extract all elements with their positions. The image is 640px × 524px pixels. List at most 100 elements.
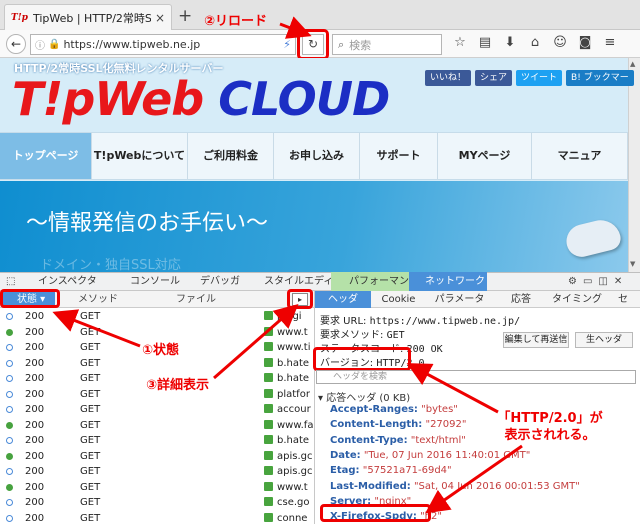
info-icon[interactable]: ⓘ — [35, 37, 45, 52]
scroll-up-icon[interactable]: ▲ — [630, 60, 635, 68]
split-icon[interactable]: ◫ — [598, 272, 607, 291]
social-button[interactable]: シェア — [475, 70, 513, 86]
row-status: 200 — [25, 404, 45, 415]
search-icon: ⌕ — [338, 37, 345, 51]
tab-title: TipWeb | HTTP/2常時SSL... — [32, 11, 151, 25]
column-method[interactable]: メソッド — [78, 291, 118, 308]
browser-tab[interactable]: T!p TipWeb | HTTP/2常時SSL... × — [4, 4, 172, 30]
status-dot-icon — [6, 499, 13, 506]
status-dot-icon — [6, 483, 13, 491]
tab-performance[interactable]: パフォーマンス — [331, 272, 419, 291]
table-row[interactable]: 200 GET accour — [0, 402, 314, 418]
header-filter-input[interactable]: ヘッダを検索 — [316, 370, 636, 384]
site-nav-item[interactable]: トップページ — [0, 133, 92, 179]
table-row[interactable]: 200 GET www.fa — [0, 418, 314, 434]
site-logo[interactable]: T!pWeb CLOUD — [12, 72, 390, 126]
response-header-row: Date: "Tue, 07 Jun 2016 11:40:01 GMT" — [330, 449, 531, 461]
tab-debugger[interactable]: デバッガ — [186, 272, 240, 291]
row-file: apis.gc — [277, 466, 313, 477]
site-favicon: T!p — [11, 12, 28, 23]
row-status: 200 — [25, 497, 45, 508]
row-method: GET — [80, 497, 101, 508]
detail-tab[interactable]: パラメータ — [426, 291, 493, 308]
close-tab-icon[interactable]: × — [155, 11, 165, 25]
edit-resend-button[interactable]: 編集して再送信 — [503, 332, 569, 348]
annotation-http2: 「HTTP/2.0」が 表示されれる。 — [484, 410, 616, 446]
lock-icon — [264, 481, 273, 491]
site-nav-item[interactable]: MYページ — [438, 133, 532, 179]
home-icon[interactable]: ⌂ — [525, 35, 545, 50]
back-button[interactable]: ← — [6, 34, 26, 54]
status-dot-icon — [6, 359, 13, 367]
search-input[interactable]: ⌕ 検索 — [332, 34, 442, 55]
status-dot-icon — [6, 406, 13, 413]
site-nav-item[interactable]: マニュア — [532, 133, 628, 179]
lock-icon — [264, 373, 273, 382]
dock-icon[interactable]: ▭ — [583, 272, 592, 291]
row-status: 200 — [25, 326, 45, 338]
row-method: GET — [80, 326, 101, 338]
social-button[interactable]: ツイート — [516, 70, 563, 86]
pocket-icon[interactable]: ◙ — [575, 35, 595, 50]
sync-icon[interactable]: ☺ — [550, 35, 570, 50]
status-dot-icon — [6, 344, 13, 351]
row-status: 200 — [25, 373, 45, 384]
social-button[interactable]: いいね！ — [425, 70, 472, 86]
reader-icon[interactable]: ▤ — [475, 35, 495, 50]
table-row[interactable]: 200 GET apis.gc — [0, 449, 314, 465]
lock-icon — [264, 512, 273, 522]
detail-tab[interactable]: タイミング — [549, 291, 605, 308]
status-dot-icon — [6, 468, 13, 475]
row-file: apis.gc — [277, 450, 313, 462]
row-status: 200 — [25, 311, 45, 322]
detail-tab[interactable]: 応答 — [494, 291, 548, 308]
row-file: b.hate — [277, 373, 310, 384]
lock-icon — [264, 497, 273, 506]
site-nav-item[interactable]: お申し込み — [274, 133, 360, 179]
row-status: 200 — [25, 388, 45, 400]
table-row[interactable]: 200 GET apis.gc — [0, 464, 314, 480]
lock-icon[interactable]: 🔒 — [48, 39, 60, 50]
url-text[interactable]: https://www.tipweb.ne.jp — [63, 38, 280, 51]
lock-icon — [264, 311, 273, 320]
row-method: GET — [80, 419, 101, 431]
tab-console[interactable]: コンソール — [116, 272, 180, 291]
table-row[interactable]: 200 GET www.t — [0, 325, 314, 341]
table-row[interactable]: 200 GET b.hate — [0, 433, 314, 449]
row-method: GET — [80, 404, 101, 415]
site-nav-item[interactable]: ご利用料金 — [188, 133, 274, 179]
settings-icon[interactable]: ⚙ — [568, 272, 577, 291]
url-bar[interactable]: ⓘ 🔒 https://www.tipweb.ne.jp ⚡ — [30, 34, 296, 55]
row-status: 200 — [25, 419, 45, 431]
social-buttons: いいね！ シェア ツイート B! ブックマー — [425, 70, 634, 86]
row-status: 200 — [25, 466, 45, 477]
scroll-down-icon[interactable]: ▼ — [630, 260, 635, 268]
social-button[interactable]: B! ブックマー — [566, 70, 634, 86]
banner-subtext: ドメイン・独自SSL対応 — [40, 258, 181, 273]
row-status: 200 — [25, 481, 45, 493]
lock-icon — [264, 466, 273, 475]
tab-network[interactable]: ネットワーク — [409, 272, 487, 291]
table-row[interactable]: 200 GET plugi — [0, 309, 314, 325]
site-nav-item[interactable]: サポート — [360, 133, 438, 179]
row-file: cse.go — [277, 497, 310, 508]
detail-tab[interactable]: Cookie — [372, 291, 425, 308]
site-nav-item[interactable]: T!pWebについて — [92, 133, 188, 179]
detail-tab[interactable]: ヘッダ — [315, 291, 371, 308]
close-devtools-icon[interactable]: ✕ — [614, 272, 622, 291]
table-row[interactable]: 200 GET cse.go — [0, 495, 314, 511]
star-icon[interactable]: ☆ — [450, 35, 470, 50]
column-file[interactable]: ファイル — [176, 291, 216, 308]
response-headers-section[interactable]: ▾ 応答ヘッダ (0 KB) — [318, 389, 410, 404]
new-tab-button[interactable]: + — [178, 6, 192, 26]
row-status: 200 — [25, 435, 45, 446]
detail-tab[interactable]: セ — [606, 291, 640, 308]
menu-icon[interactable]: ≡ — [600, 35, 620, 50]
response-header-row: Last-Modified: "Sat, 04 Jun 2016 00:01:5… — [330, 480, 580, 492]
page-scrollbar[interactable]: ▲ ▼ — [628, 58, 640, 272]
status-dot-icon — [6, 452, 13, 460]
download-icon[interactable]: ⬇ — [500, 35, 520, 50]
table-row[interactable]: 200 GET www.t — [0, 480, 314, 496]
table-row[interactable]: 200 GET conne — [0, 511, 314, 524]
raw-headers-button[interactable]: 生ヘッダ — [575, 332, 633, 348]
